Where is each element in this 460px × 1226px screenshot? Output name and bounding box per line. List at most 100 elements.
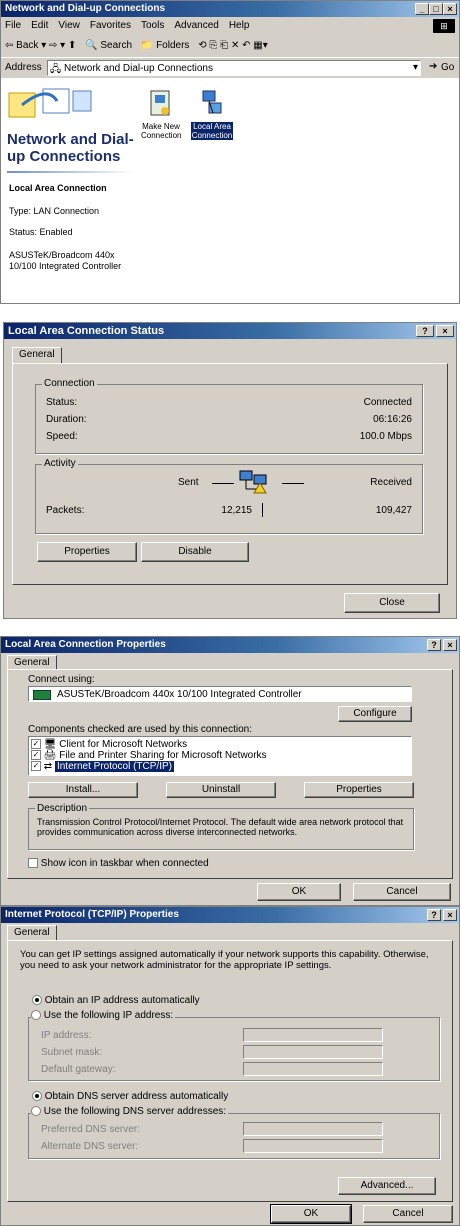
cancel-button[interactable]: Cancel (353, 883, 451, 901)
up-folder-icon[interactable]: ⬆ (68, 40, 76, 51)
alternate-dns-label: Alternate DNS server: (41, 1141, 139, 1152)
go-icon[interactable]: ➔ (429, 61, 437, 72)
explorer-title: Network and Dial-up Connections (5, 3, 166, 14)
folder-icon: 🖧 (50, 64, 62, 75)
menu-edit[interactable]: Edit (31, 17, 48, 35)
views-icon[interactable]: ▦▾ (253, 40, 267, 51)
component-checkbox[interactable]: ✓ (31, 739, 41, 750)
description-text: Transmission Control Protocol/Internet P… (37, 817, 404, 837)
help-button[interactable]: ? (427, 909, 441, 921)
copy-to-icon[interactable]: ⎗ (220, 40, 228, 51)
install-button[interactable]: Install... (28, 782, 138, 798)
packets-label: Packets: (46, 505, 85, 516)
adapter-name: ASUSTeK/Broadcom 440x 10/100 Integrated … (57, 689, 302, 700)
help-button[interactable]: ? (427, 639, 441, 651)
status-titlebar: Local Area Connection Status ? × (4, 323, 456, 339)
menu-help[interactable]: Help (229, 17, 250, 35)
close-button[interactable]: × (443, 3, 457, 15)
back-button[interactable]: Back (16, 40, 38, 51)
close-button[interactable]: × (443, 909, 457, 921)
use-dns-radio[interactable] (31, 1106, 41, 1117)
chevron-down-icon[interactable]: ▾ (413, 62, 418, 73)
advanced-button[interactable]: Advanced... (338, 1177, 436, 1195)
list-item[interactable]: ✓ 🖨 File and Printer Sharing for Microso… (31, 750, 267, 761)
address-field[interactable]: 🖧 Network and Dial-up Connections ▾ (47, 60, 421, 76)
components-label: Components checked are used by this conn… (28, 724, 253, 735)
configure-button[interactable]: Configure (338, 706, 412, 722)
alternate-dns-field[interactable] (243, 1139, 383, 1153)
obtain-dns-radio[interactable] (32, 1091, 42, 1102)
tab-general[interactable]: General (7, 655, 57, 670)
ok-button[interactable]: OK (257, 883, 341, 901)
cancel-button[interactable]: Cancel (363, 1205, 453, 1223)
description-label: Description (35, 803, 90, 815)
component-checkbox[interactable]: ✓ (31, 761, 41, 772)
help-button[interactable]: ? (416, 325, 434, 337)
close-dialog-button[interactable]: Close (344, 593, 440, 613)
uninstall-button[interactable]: Uninstall (166, 782, 276, 798)
folders-button[interactable]: Folders (156, 40, 189, 51)
static-dns-group: Use the following DNS server addresses: … (28, 1106, 440, 1159)
go-button[interactable]: Go (441, 62, 454, 73)
preferred-dns-label: Preferred DNS server: (41, 1124, 140, 1135)
obtain-ip-radio[interactable] (32, 995, 42, 1006)
adapter-field: ASUSTeK/Broadcom 440x 10/100 Integrated … (28, 686, 412, 702)
menu-favorites[interactable]: Favorites (90, 17, 131, 35)
show-icon-option[interactable]: Show icon in taskbar when connected (28, 858, 209, 869)
obtain-dns-option[interactable]: Obtain DNS server address automatically (32, 1091, 228, 1102)
show-icon-checkbox[interactable] (28, 858, 38, 869)
move-to-icon[interactable]: ⎘ (209, 40, 217, 51)
speed-value: 100.0 Mbps (359, 431, 412, 442)
preferred-dns-field[interactable] (243, 1122, 383, 1136)
minimize-button[interactable]: _ (415, 3, 429, 15)
menu-tools[interactable]: Tools (141, 17, 164, 35)
properties-button[interactable]: Properties (37, 542, 137, 562)
local-area-connection-label: Local Area Connection (191, 122, 233, 140)
back-icon: ⇦ (5, 40, 14, 51)
local-area-connection-icon (202, 90, 222, 114)
tab-general[interactable]: General (12, 347, 62, 364)
menu-advanced[interactable]: Advanced (174, 17, 218, 35)
activity-group: Activity Sent Received Packets: 12,215 1… (35, 458, 423, 534)
use-ip-option[interactable]: Use the following IP address: (31, 1010, 176, 1021)
network-activity-icon (238, 469, 274, 500)
list-item[interactable]: ✓ 🖥 Client for Microsoft Networks (31, 739, 187, 750)
forward-icon[interactable]: ▾ ⇨ ▾ (41, 40, 68, 51)
details-type: Type: LAN Connection (9, 206, 100, 216)
network-illustration-icon (7, 85, 99, 125)
undo-icon[interactable]: ↶ (242, 40, 250, 51)
component-properties-button[interactable]: Properties (304, 782, 414, 798)
search-icon: 🔍 (85, 40, 98, 51)
obtain-ip-option[interactable]: Obtain an IP address automatically (32, 995, 200, 1006)
subnet-mask-field[interactable] (243, 1045, 383, 1059)
activity-group-label: Activity (42, 458, 78, 470)
packets-sent-value: 12,215 (221, 505, 252, 516)
ip-address-field[interactable] (243, 1028, 383, 1042)
use-ip-radio[interactable] (31, 1010, 41, 1021)
obtain-ip-label: Obtain an IP address automatically (44, 995, 200, 1006)
menu-file[interactable]: File (5, 17, 21, 35)
disable-button[interactable]: Disable (141, 542, 249, 562)
subnet-mask-label: Subnet mask: (41, 1047, 103, 1058)
make-new-connection-label: Make New Connection (141, 122, 182, 140)
protocol-icon: ⇄ (43, 761, 53, 772)
close-button[interactable]: × (443, 639, 457, 651)
ok-button[interactable]: OK (270, 1204, 352, 1224)
close-button[interactable]: × (436, 325, 454, 337)
menu-view[interactable]: View (58, 17, 80, 35)
search-button[interactable]: Search (100, 40, 132, 51)
maximize-button[interactable]: □ (429, 3, 443, 15)
components-list[interactable]: ✓ 🖥 Client for Microsoft Networks ✓ 🖨 Fi… (28, 736, 412, 776)
default-gateway-field[interactable] (243, 1062, 383, 1076)
tab-general[interactable]: General (7, 925, 57, 941)
history-icon[interactable]: ⟲ (198, 40, 206, 51)
use-dns-option[interactable]: Use the following DNS server addresses: (31, 1106, 229, 1117)
list-item[interactable]: ✓ ⇄ Internet Protocol (TCP/IP) (31, 761, 174, 772)
tcpip-dialog: Internet Protocol (TCP/IP) Properties ? … (0, 906, 460, 1226)
component-checkbox[interactable]: ✓ (31, 750, 41, 761)
delete-icon[interactable]: ✕ (231, 40, 239, 51)
local-area-connection-item[interactable]: Local Area Connection (191, 89, 233, 140)
tcpip-tab-panel: You can get IP settings assigned automat… (7, 940, 453, 1202)
make-new-connection-item[interactable]: Make New Connection (141, 89, 181, 140)
heading-underline (7, 171, 135, 173)
